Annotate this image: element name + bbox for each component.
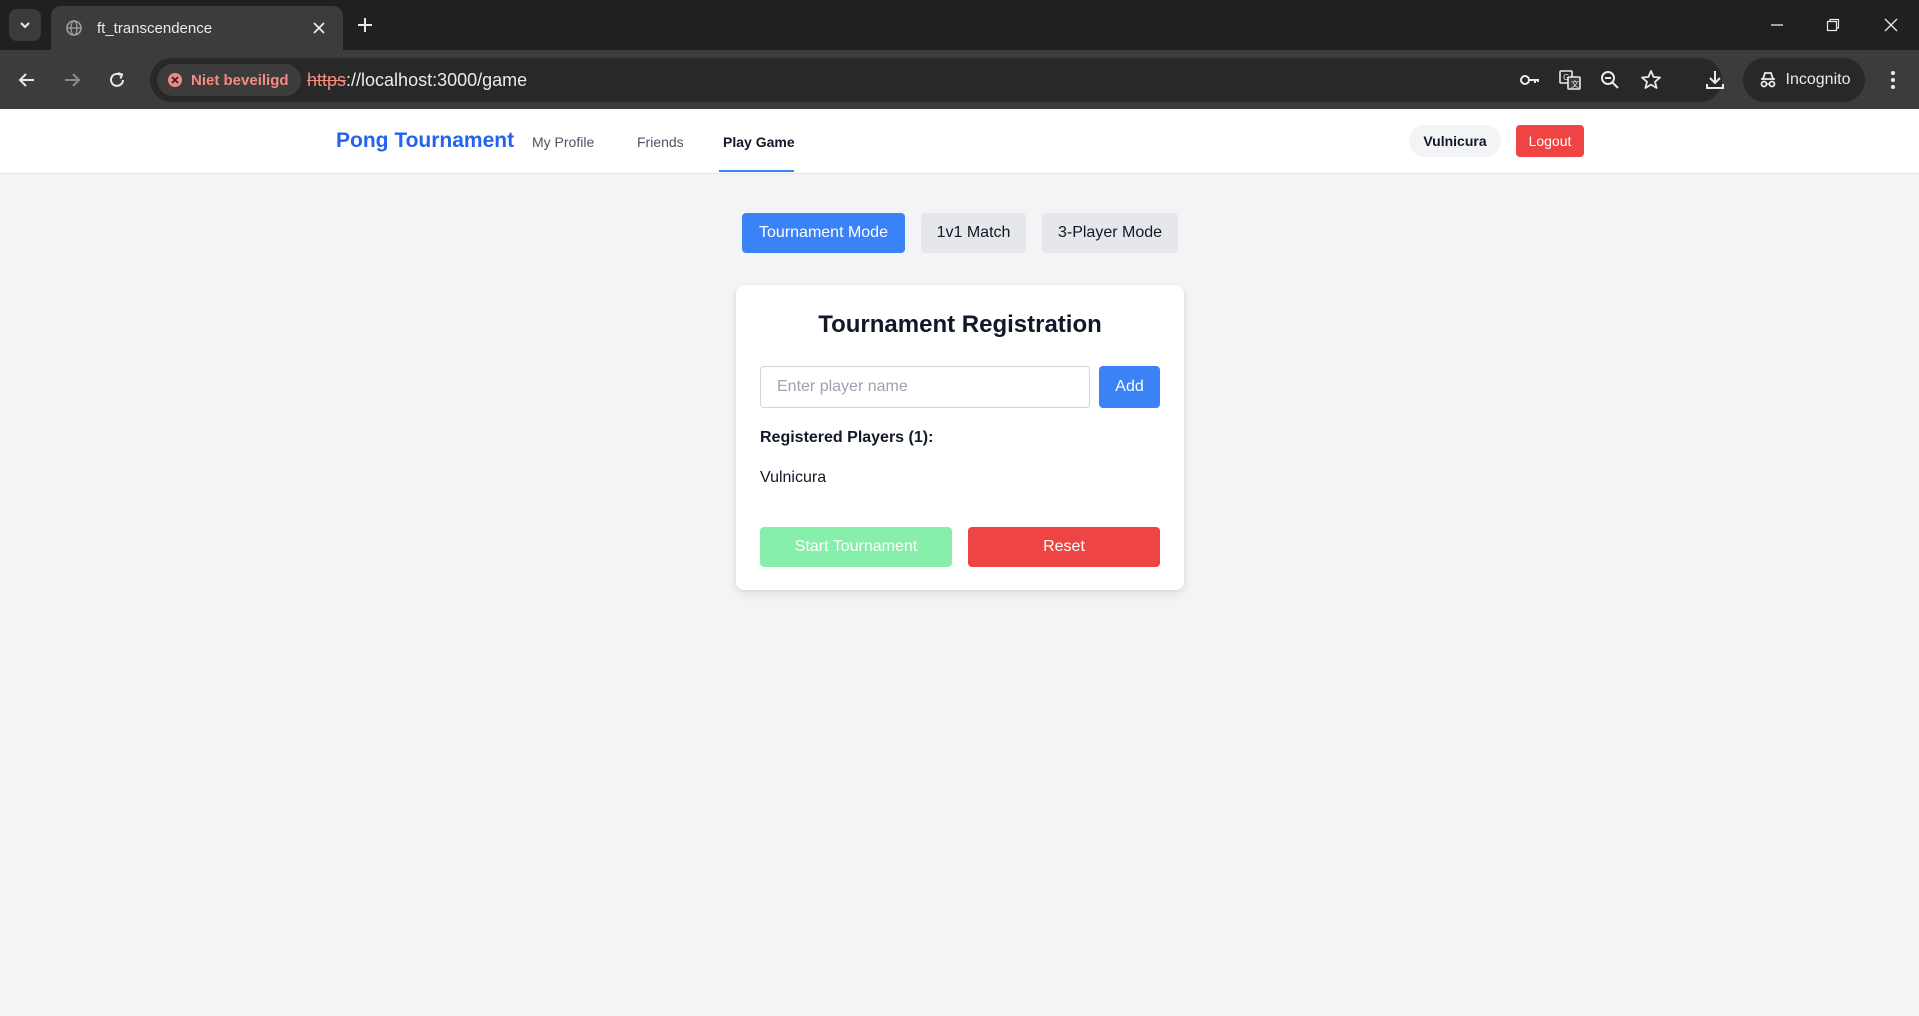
- reload-button[interactable]: [101, 64, 133, 96]
- url-rest: ://localhost:3000/game: [346, 70, 528, 90]
- globe-icon: [65, 19, 83, 37]
- incognito-indicator[interactable]: Incognito: [1743, 58, 1865, 102]
- plus-icon: [358, 18, 372, 32]
- forward-icon: [65, 73, 81, 87]
- registered-players-list: Vulnicura: [760, 469, 826, 487]
- three-player-mode-button[interactable]: 3-Player Mode: [1042, 213, 1178, 253]
- url-scheme: https: [307, 70, 347, 90]
- tab-title: ft_transcendence: [97, 19, 213, 37]
- reload-icon: [110, 72, 124, 87]
- nav-link-play-game[interactable]: Play Game: [723, 134, 795, 150]
- nav-link-friends[interactable]: Friends: [637, 134, 684, 150]
- warning-icon: [168, 73, 182, 87]
- svg-text:文: 文: [1571, 79, 1579, 89]
- add-player-button[interactable]: Add: [1099, 366, 1160, 408]
- tournament-registration-card: Tournament Registration Add Registered P…: [736, 285, 1184, 590]
- menu-button[interactable]: [1877, 64, 1909, 96]
- star-icon[interactable]: [1639, 68, 1663, 92]
- page-content: Pong Tournament My Profile Friends Play …: [0, 109, 1919, 1016]
- key-icon[interactable]: [1518, 68, 1542, 92]
- security-indicator[interactable]: Niet beveiligd: [157, 64, 301, 96]
- menu-icon: [1891, 71, 1895, 89]
- registered-players-heading: Registered Players (1):: [760, 429, 934, 446]
- reset-button[interactable]: Reset: [968, 527, 1160, 567]
- zoom-icon[interactable]: [1598, 68, 1622, 92]
- one-v-one-match-button[interactable]: 1v1 Match: [921, 213, 1026, 253]
- translate-icon[interactable]: G文: [1558, 68, 1582, 92]
- back-icon: [18, 73, 34, 87]
- address-bar[interactable]: Niet beveiligd https://localhost:3000/ga…: [150, 58, 1722, 102]
- tournament-mode-button[interactable]: Tournament Mode: [742, 213, 905, 253]
- browser-tab-bar: ft_transcendence: [0, 0, 1919, 50]
- start-tournament-button[interactable]: Start Tournament: [760, 527, 952, 567]
- browser-tab[interactable]: ft_transcendence: [51, 6, 343, 50]
- nav-link-my-profile[interactable]: My Profile: [532, 134, 594, 150]
- tab-list-button[interactable]: [9, 9, 41, 41]
- download-button[interactable]: [1699, 64, 1731, 96]
- restore-button[interactable]: [1810, 10, 1856, 40]
- window-close-icon: [1884, 18, 1898, 32]
- window-close-button[interactable]: [1868, 10, 1914, 40]
- minimize-icon: [1771, 24, 1783, 26]
- new-tab-button[interactable]: [352, 12, 378, 38]
- brand-logo[interactable]: Pong Tournament: [336, 129, 514, 153]
- minimize-button[interactable]: [1754, 10, 1800, 40]
- site-navbar: Pong Tournament My Profile Friends Play …: [0, 109, 1919, 174]
- security-label: Niet beveiligd: [191, 71, 289, 89]
- incognito-icon: [1760, 72, 1775, 88]
- back-button[interactable]: [11, 64, 43, 96]
- restore-icon: [1826, 18, 1840, 32]
- svg-text:G: G: [1563, 73, 1569, 82]
- url-text[interactable]: https://localhost:3000/game: [307, 70, 527, 91]
- forward-button[interactable]: [56, 64, 88, 96]
- player-name-input[interactable]: [760, 366, 1090, 408]
- user-badge[interactable]: Vulnicura: [1409, 125, 1501, 157]
- card-title: Tournament Registration: [818, 311, 1102, 338]
- close-icon[interactable]: [307, 16, 331, 40]
- chevron-down-icon: [20, 22, 30, 29]
- browser-toolbar: Niet beveiligd https://localhost:3000/ga…: [0, 50, 1919, 109]
- active-nav-underline: [719, 170, 794, 172]
- download-icon: [1706, 71, 1724, 89]
- logout-button[interactable]: Logout: [1516, 125, 1584, 157]
- incognito-label: Incognito: [1785, 71, 1851, 88]
- player-list-item: Vulnicura: [760, 469, 827, 486]
